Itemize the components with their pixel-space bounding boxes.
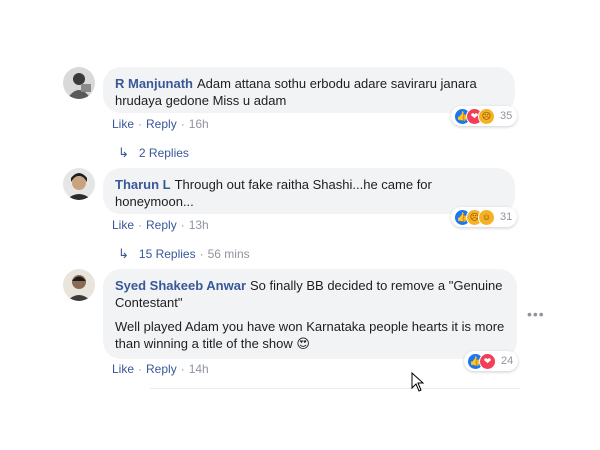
love-icon: ❤	[479, 352, 496, 370]
view-replies-link[interactable]: ↳ 15 Replies · 56 mins	[118, 246, 250, 262]
separator: ·	[138, 218, 143, 232]
separator: ·	[138, 362, 143, 376]
reply-button[interactable]: Reply	[146, 218, 177, 232]
mouse-cursor-icon	[411, 371, 425, 397]
separator: ·	[138, 117, 143, 131]
comment-actions: Like · Reply · 13h	[112, 218, 209, 232]
comment-paragraph-1: Syed Shakeeb Anwar So finally BB decided …	[115, 277, 505, 311]
comment-time[interactable]: 13h	[189, 218, 209, 232]
like-button[interactable]: Like	[112, 218, 134, 232]
comment-bubble: Tharun L Through out fake raitha Shashi..…	[103, 168, 515, 214]
avatar[interactable]	[63, 269, 95, 301]
comment-bubble: Syed Shakeeb Anwar So finally BB decided …	[103, 269, 517, 359]
comment-actions: Like · Reply · 14h	[112, 362, 209, 376]
separator: ·	[199, 247, 204, 261]
view-replies-link[interactable]: ↳ 2 Replies	[118, 145, 189, 161]
reactions-summary[interactable]: 👍 ❤ 24	[464, 351, 519, 371]
like-button[interactable]: Like	[112, 362, 134, 376]
comment-time[interactable]: 14h	[189, 362, 209, 376]
haha-icon: ☺	[478, 208, 495, 226]
reaction-count: 31	[500, 211, 513, 223]
avatar[interactable]	[63, 67, 95, 99]
comment-bubble: R Manjunath Adam attana sothu erbodu adar…	[103, 67, 515, 113]
comment-paragraph-2: Well played Adam you have won Karnataka …	[115, 318, 505, 352]
reaction-count: 24	[501, 355, 514, 367]
reactions-summary[interactable]: 👍 ❤ ☹ 35	[451, 106, 518, 126]
angry-icon: ☹	[478, 107, 495, 125]
reaction-count: 35	[500, 110, 513, 122]
divider	[150, 388, 520, 389]
avatar[interactable]	[63, 168, 95, 200]
replies-time: 56 mins	[207, 247, 250, 261]
reply-arrow-icon: ↳	[118, 246, 129, 261]
reactions-summary[interactable]: 👍 ☹ ☺ 31	[451, 207, 518, 227]
like-button[interactable]: Like	[112, 117, 134, 131]
separator: ·	[180, 117, 185, 131]
replies-label[interactable]: 2 Replies	[139, 146, 189, 160]
reply-arrow-icon: ↳	[118, 145, 129, 160]
reply-button[interactable]: Reply	[146, 117, 177, 131]
replies-label[interactable]: 15 Replies	[139, 247, 196, 261]
comment-author[interactable]: Syed Shakeeb Anwar	[115, 278, 246, 293]
comment-author[interactable]: R Manjunath	[115, 76, 193, 91]
comment-actions: Like · Reply · 16h	[112, 117, 209, 131]
heart-eyes-emoji-icon: 😍	[296, 336, 310, 351]
separator: ·	[180, 362, 185, 376]
separator: ·	[180, 218, 185, 232]
more-options-icon[interactable]: •••	[527, 306, 545, 322]
reply-button[interactable]: Reply	[146, 362, 177, 376]
comment-author[interactable]: Tharun L	[115, 177, 171, 192]
comment-time[interactable]: 16h	[189, 117, 209, 131]
